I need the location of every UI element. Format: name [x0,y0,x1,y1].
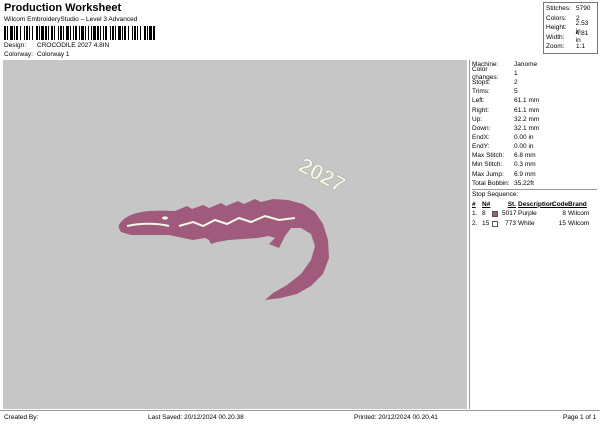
info-row: EndY: 0.00 in [472,142,597,151]
stop-code: 15 [558,220,566,228]
footer-page-number: Page 1 of 1 [563,414,597,421]
colorway-label: Colorway: [4,51,33,58]
col-header-num: # [472,200,476,208]
colorway-value: Colorway 1 [37,51,70,58]
stat-row-stitches: Stitches: 5790 [546,4,595,14]
stop-description: White [518,220,535,228]
info-value: 2 [514,79,518,87]
stat-label: Colors: [546,14,567,22]
col-header-description: Description [518,200,554,208]
info-value: 0.3 mm [514,161,536,169]
stop-swatch-cell [492,210,502,217]
design-stats-box: Stitches: 5790 Colors: 2 Height: 2.53 in Wi… [543,2,598,54]
info-row: Min Stitch: 0.3 mm [472,161,597,170]
footer-last-saved: Last Saved: 20/12/2024 00.20.38 [148,414,244,421]
col-header-needle: N# [482,200,491,208]
stop-swatch-cell [492,220,502,227]
info-label: Down: [472,124,491,132]
page-footer: Created By: Last Saved: 20/12/2024 00.20… [0,410,600,424]
info-value: 1 [514,69,518,77]
stop-row: 1. 8 5017 Purple 8 Wilcom [472,209,597,219]
design-preview-canvas: 2027 [3,60,467,409]
stop-needle: 15 [482,220,490,228]
stop-sequence-title: Stop Sequence: [472,191,519,199]
info-label: Min Stitch: [472,161,503,169]
info-row: Max Stitch: 6.8 mm [472,151,597,160]
stop-description: Purple [518,210,537,218]
col-header-stitches: St. [507,200,516,208]
stop-brand: Wilcom [568,210,590,218]
design-year-text: 2027 [295,152,350,197]
footer-created-by: Created By: [4,414,39,421]
info-value: 5 [514,88,518,96]
stop-num: 2. [472,220,478,228]
design-row: Design: CROCODILE 2027 4.8IN [4,42,109,49]
footer-printed: Printed: 20/12/2024 00.20.41 [354,414,438,421]
info-label: Max Stitch: [472,152,505,160]
stop-num: 1. [472,210,478,218]
col-header-code: Code [552,200,569,208]
stat-value: 1:1 [576,43,586,51]
info-value: 6.8 mm [514,152,536,160]
info-value: 32.1 mm [514,124,540,132]
stop-brand: Wilcom [568,220,590,228]
info-label: Stops: [472,79,491,87]
stat-label: Height: [546,24,567,32]
color-swatch [492,210,498,217]
info-row: Color changes: 1 [472,66,597,80]
design-label: Design: [4,42,27,49]
stat-label: Width: [546,33,565,41]
info-value: 0.00 in [514,133,534,141]
stop-row: 2. 15 773 White 15 Wilcom [472,219,597,229]
stop-stitches: 5017 [502,210,517,218]
info-value: Janome [514,60,538,68]
crocodile-body [118,199,329,300]
info-row: Max Jump: 6.9 mm [472,170,597,179]
design-value: CROCODILE 2027 4.8IN [37,42,110,49]
info-value: 0.00 in [514,143,534,151]
machine-info-panel: Machine: Janome Color changes: 1 Stops: 2 T… [469,60,597,409]
info-value: 61.1 mm [514,106,540,114]
info-label: Total Bobbin: [472,179,510,187]
info-label: Trims: [472,88,490,96]
info-row: Up: 32.2 mm [472,115,597,124]
info-row: Right: 61.1 mm [472,106,597,115]
stop-code: 8 [562,210,566,218]
crocodile-design: 2027 [118,152,350,300]
stop-sequence-header: # N# St. Description Code Brand [472,200,597,209]
stat-row-width: Width: 4.81 in [546,30,595,44]
info-row: Left: 61.1 mm [472,97,597,106]
barcode [4,26,158,40]
info-row: EndX: 0.00 in [472,133,597,142]
info-row: Trims: 5 [472,87,597,96]
color-swatch [492,220,498,227]
software-subtitle: Wilcom EmbroideryStudio – Level 3 Advanc… [4,16,138,23]
col-header-brand: Brand [568,200,587,208]
colorway-row: Colorway: Colorway 1 [4,51,70,58]
info-row: Stops: 2 [472,78,597,87]
stat-value: 5790 [576,5,591,13]
info-label: Right: [472,106,489,114]
info-label: Left: [472,97,485,105]
info-label: EndX: [472,133,490,141]
stop-needle: 8 [482,210,486,218]
stat-label: Stitches: [546,5,571,13]
info-label: Up: [472,115,483,123]
info-row: Total Bobbin: 35.22ft [472,179,597,188]
info-label: EndY: [472,143,490,151]
crocodile-eye [162,216,168,220]
info-value: 61.1 mm [514,97,540,105]
info-value: 6.9 mm [514,170,536,178]
info-row: Down: 32.1 mm [472,124,597,133]
info-value: 32.2 mm [514,115,540,123]
stat-label: Zoom: [546,43,565,51]
info-label: Max Jump: [472,170,504,178]
info-value: 35.22ft [514,179,534,187]
worksheet-title: Production Worksheet [4,2,122,14]
stop-stitches: 773 [505,220,516,228]
